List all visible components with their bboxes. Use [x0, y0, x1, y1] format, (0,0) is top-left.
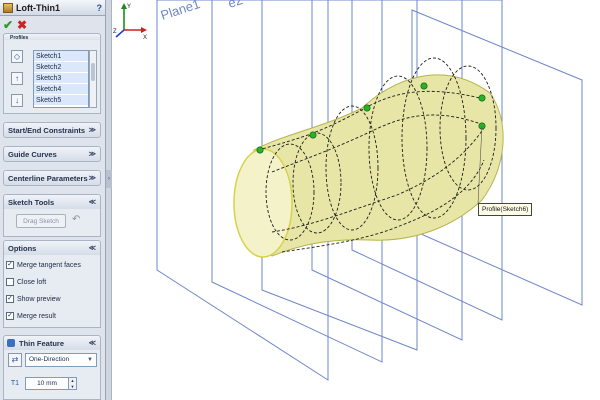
thin-feature-checkbox[interactable] — [7, 339, 15, 347]
undo-icon[interactable]: ↶ — [72, 214, 80, 225]
section-label: Centerline Parameters — [8, 173, 88, 183]
options-group: ✓ Merge tangent faces Close loft ✓ Show … — [3, 255, 101, 328]
loft-icon — [3, 2, 13, 13]
thickness-spinner[interactable]: ▲ ▼ — [69, 377, 77, 390]
list-item[interactable]: Sketch2 — [34, 62, 88, 73]
checkbox-checked[interactable]: ✓ — [6, 295, 14, 303]
move-up-button[interactable]: ↑ — [11, 72, 23, 85]
property-manager: Loft-Thin1 ? ✔ ✖ Profiles ◇ ↑ ↓ Sketch1 … — [0, 0, 106, 400]
chevron-up-icon: ≪ — [88, 199, 96, 206]
chevron-down-icon: ≫ — [88, 127, 96, 134]
list-item[interactable]: Sketch1 — [34, 51, 88, 62]
profile-point — [256, 146, 264, 154]
option-label: Merge tangent faces — [17, 261, 81, 269]
drag-sketch-button[interactable]: Drag Sketch — [16, 214, 66, 228]
start-profile — [233, 148, 293, 258]
section-label: Sketch Tools — [8, 197, 55, 207]
profiles-scrollbar[interactable] — [89, 50, 97, 108]
close-loft-option[interactable]: Close loft — [6, 276, 46, 288]
guide-curves-header[interactable]: Guide Curves ≫ — [3, 146, 101, 162]
help-icon[interactable]: ? — [97, 3, 103, 13]
thickness-icon: T1 — [10, 380, 20, 387]
loft-profile-icon: ◇ — [11, 50, 23, 63]
pm-title-bar: Loft-Thin1 ? — [0, 0, 105, 16]
chevron-up-icon: ≪ — [88, 245, 96, 252]
sketch-tools-group: Drag Sketch ↶ — [3, 209, 101, 237]
direction-value: One-Direction — [29, 356, 70, 363]
profile-point — [309, 131, 317, 139]
show-preview-option[interactable]: ✓ Show preview — [6, 293, 61, 305]
pm-title: Loft-Thin1 — [16, 2, 60, 13]
model-canvas — [156, 0, 583, 381]
start-end-constraints-header[interactable]: Start/End Constraints ≫ — [3, 122, 101, 138]
chevron-up-icon: ≪ — [88, 340, 96, 347]
profiles-group: ◇ ↑ ↓ Sketch1 Sketch2 Sketch3 Sketch4 Sk… — [3, 40, 101, 114]
thin-feature-group: ⇄ One-Direction ▼ T1 10 mm ▲ ▼ — [3, 350, 101, 400]
reverse-direction-icon[interactable]: ⇄ — [8, 353, 22, 367]
checkbox-unchecked[interactable] — [6, 278, 14, 286]
chevron-down-icon: ≫ — [88, 175, 96, 182]
checkbox-checked[interactable]: ✓ — [6, 261, 14, 269]
option-label: Merge result — [17, 312, 56, 320]
centerline-parameters-header[interactable]: Centerline Parameters ≫ — [3, 170, 101, 186]
section-label: Options — [8, 243, 37, 253]
coordinate-triad-icon: Z X Y — [113, 3, 147, 40]
svg-text:X: X — [143, 35, 147, 40]
graphics-area[interactable]: Plane1 e2 Profile(Sketch6) Z X Y — [112, 0, 600, 400]
profile-point — [478, 94, 486, 102]
section-label: Thin Feature — [19, 338, 65, 348]
scrollbar-thumb[interactable] — [91, 63, 95, 81]
checkbox-checked[interactable]: ✓ — [6, 312, 14, 320]
profiles-list[interactable]: Sketch1 Sketch2 Sketch3 Sketch4 Sketch5 — [33, 50, 89, 108]
list-item[interactable]: Sketch5 — [34, 95, 88, 106]
profile-point — [420, 82, 428, 90]
option-label: Close loft — [17, 278, 47, 286]
list-item[interactable]: Sketch4 — [34, 84, 88, 95]
section-label: Guide Curves — [8, 149, 57, 159]
option-label: Show preview — [17, 295, 61, 303]
svg-text:Z: Z — [113, 29, 117, 35]
sketch-tools-header[interactable]: Sketch Tools ≪ — [3, 194, 101, 210]
section-label: Start/End Constraints — [8, 125, 86, 135]
chevron-down-icon: ≫ — [88, 151, 96, 158]
merge-tangent-faces-option[interactable]: ✓ Merge tangent faces — [6, 259, 81, 271]
profile-point — [363, 104, 371, 112]
list-item[interactable]: Sketch3 — [34, 73, 88, 84]
profile-callout[interactable]: Profile(Sketch6) — [478, 203, 533, 216]
thin-feature-header[interactable]: Thin Feature ≪ — [3, 335, 101, 351]
merge-result-option[interactable]: ✓ Merge result — [6, 310, 56, 322]
options-header[interactable]: Options ≪ — [3, 240, 101, 256]
thickness-input[interactable]: 10 mm — [25, 377, 69, 390]
svg-text:Y: Y — [127, 4, 131, 10]
cancel-button[interactable]: ✖ — [17, 19, 27, 31]
direction-select[interactable]: One-Direction ▼ — [25, 353, 97, 367]
chevron-down-icon: ▼ — [87, 357, 93, 363]
move-down-button[interactable]: ↓ — [11, 94, 23, 107]
ok-button[interactable]: ✔ — [3, 19, 13, 31]
